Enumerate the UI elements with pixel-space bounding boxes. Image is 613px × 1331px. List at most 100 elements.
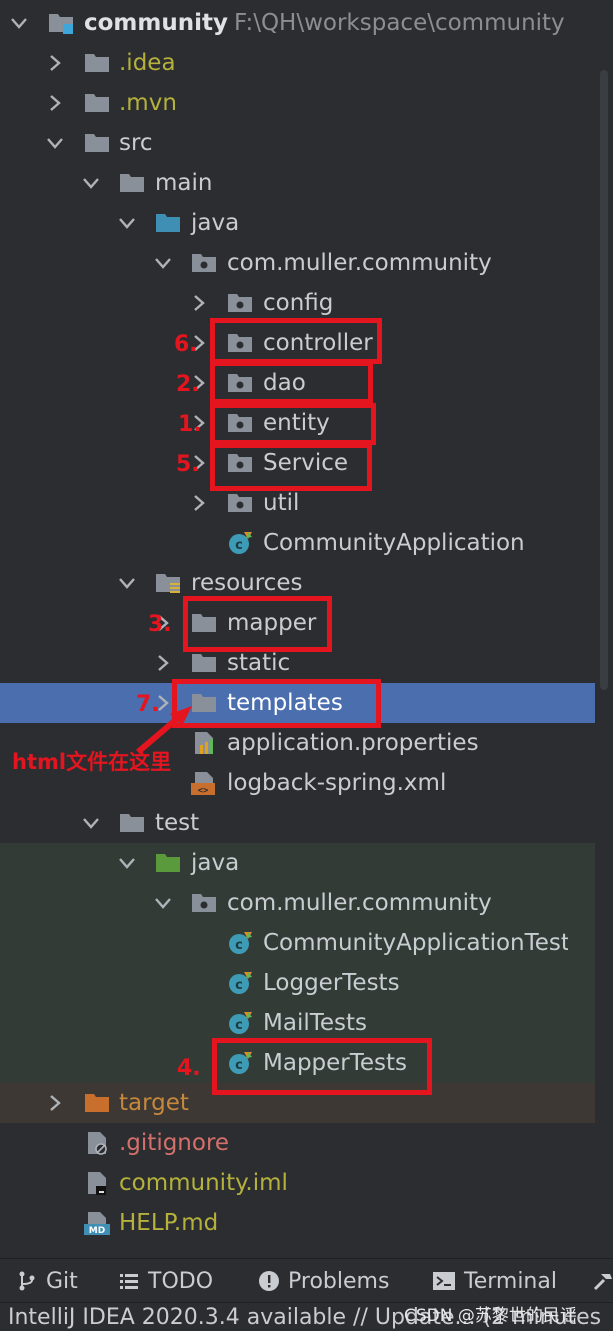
chevron-right-icon[interactable] [152,651,174,675]
node-label: src [119,130,153,156]
source-folder-icon [155,211,181,235]
node-label: com.muller.community [227,250,492,276]
chevron-down-icon[interactable] [44,131,66,155]
tool-window-bar: Git TODO Problems Terminal [0,1258,613,1303]
tree-node-test[interactable]: test [0,803,595,843]
annotation-box-dao [210,361,373,404]
chevron-right-icon[interactable] [188,491,210,515]
git-branch-icon [19,1271,35,1291]
chevron-right-icon[interactable] [44,51,66,75]
module-folder-icon [48,11,74,35]
package-icon [227,291,253,315]
test-folder-icon [155,851,181,875]
chevron-down-icon[interactable] [8,11,30,35]
tree-node-iml[interactable]: community.iml [0,1163,595,1203]
tree-node-test-package[interactable]: com.muller.community [0,883,595,923]
project-path: F:\QH\workspace\community [234,10,565,36]
tree-node-config[interactable]: config [0,283,595,323]
annotation-box-templates [172,679,381,728]
node-label: resources [191,570,303,596]
tree-node-logger-tests[interactable]: LoggerTests [0,963,595,1003]
java-class-icon [227,1011,253,1035]
tree-scrollbar-thumb[interactable] [600,70,608,690]
tree-node-mvn[interactable]: .mvn [0,83,595,123]
excluded-folder-icon [84,1091,110,1115]
watermark: CSDN @苏黎世的民谣 [404,1306,577,1326]
java-class-icon [227,971,253,995]
folder-icon [84,51,110,75]
tree-node-community-application[interactable]: CommunityApplication [0,523,595,563]
tree-node-help[interactable]: HELP.md [0,1203,595,1243]
list-icon [120,1274,138,1289]
node-label: .mvn [119,90,177,116]
chevron-down-icon[interactable] [80,811,102,835]
terminal-label: Terminal [464,1268,557,1294]
node-label: java [191,210,240,236]
tree-node-java[interactable]: java [0,203,595,243]
tree-node-gitignore[interactable]: .gitignore [0,1123,595,1163]
folder-icon [119,811,145,835]
folder-icon [84,131,110,155]
chevron-down-icon[interactable] [116,211,138,235]
annotation-number: 6. [174,332,198,357]
node-label: com.muller.community [227,890,492,916]
node-label: logback-spring.xml [227,770,447,796]
xml-file-icon [191,771,217,795]
annotation-box-entity [210,403,376,445]
tree-node-idea[interactable]: .idea [0,43,595,83]
annotation-box-controller [210,318,382,364]
annotation-box-service [210,443,372,491]
chevron-down-icon[interactable] [152,251,174,275]
chevron-right-icon[interactable] [188,291,210,315]
chevron-right-icon[interactable] [44,1091,66,1115]
git-tool-button[interactable]: Git [16,1265,78,1297]
package-icon [191,891,217,915]
node-label: .idea [119,50,176,76]
chevron-down-icon[interactable] [116,571,138,595]
iml-file-icon [84,1171,110,1195]
package-icon [191,251,217,275]
node-label: HELP.md [119,1210,219,1236]
tree-node-package[interactable]: com.muller.community [0,243,595,283]
node-label: CommunityApplication [263,530,525,556]
terminal-tool-button[interactable]: Terminal [432,1265,557,1297]
chevron-down-icon[interactable] [80,171,102,195]
java-class-icon [227,931,253,955]
chevron-right-icon[interactable] [44,91,66,115]
problems-tool-button[interactable]: Problems [258,1265,389,1297]
tree-node-community[interactable]: community F:\QH\workspace\community [0,3,595,43]
status-bar: IntelliJ IDEA 2020.3.4 available // Upda… [0,1302,613,1331]
annotation-number: 5. [176,452,200,477]
folder-icon [84,91,110,115]
node-label: LoggerTests [263,970,400,996]
node-label: java [191,850,240,876]
problems-label: Problems [288,1268,390,1294]
node-label: test [155,810,200,836]
tree-node-test-java[interactable]: java [0,843,595,883]
git-label: Git [46,1268,78,1294]
project-name: community [84,10,228,36]
hammer-icon [593,1274,612,1291]
todo-tool-button[interactable]: TODO [118,1265,213,1297]
node-label: main [155,170,213,196]
node-label: CommunityApplicationTest [263,930,568,956]
chevron-down-icon[interactable] [152,891,174,915]
tree-node-community-application-test[interactable]: CommunityApplicationTest [0,923,595,963]
node-label: community.iml [119,1170,288,1196]
node-label: .gitignore [119,1130,230,1156]
annotation-number: 3. [148,612,172,637]
tree-node-main[interactable]: main [0,163,595,203]
annotation-box-mapper [183,596,332,652]
folder-icon [119,171,145,195]
tree-node-src[interactable]: src [0,123,595,163]
annotation-number: 2. [176,372,200,397]
tree-node-mail-tests[interactable]: MailTests [0,1003,595,1043]
annotation-number: 4. [177,1056,201,1081]
java-class-icon [227,531,253,555]
package-icon [227,491,253,515]
node-label: config [263,290,334,316]
markdown-file-icon [84,1211,110,1235]
chevron-down-icon[interactable] [116,851,138,875]
node-label: application.properties [227,730,479,756]
build-tool-button[interactable] [592,1265,613,1297]
